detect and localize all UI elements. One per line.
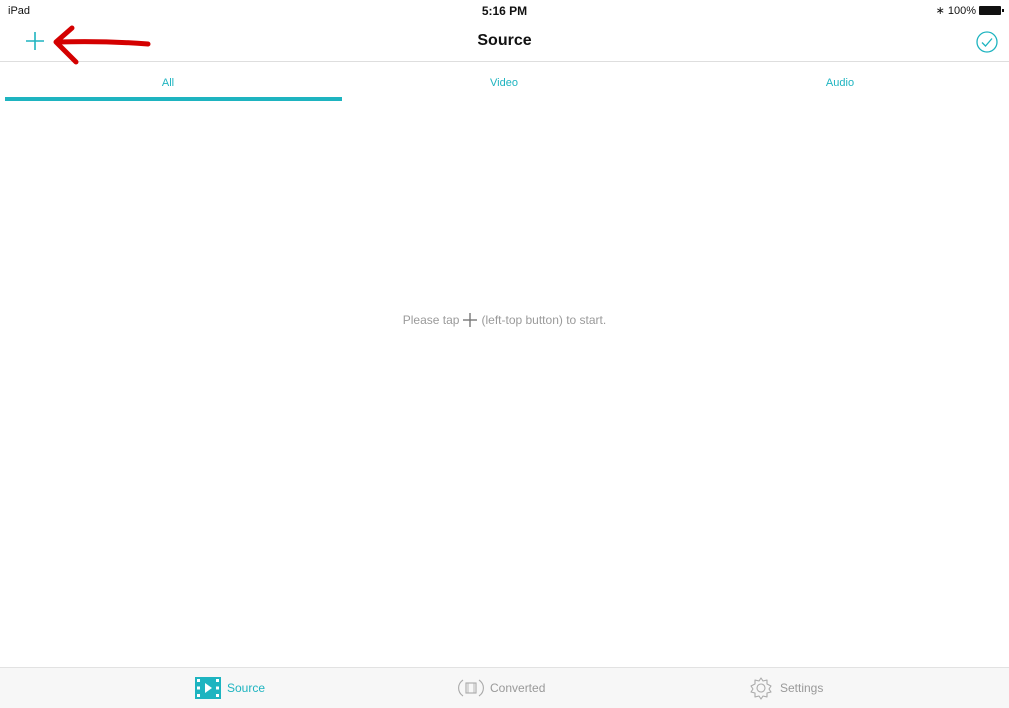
tab-video[interactable]: Video (336, 63, 672, 103)
tab-all[interactable]: All (0, 63, 342, 103)
done-button[interactable] (975, 30, 999, 54)
status-time: 5:16 PM (481, 4, 528, 18)
gear-icon (750, 677, 772, 700)
tab-audio[interactable]: Audio (672, 63, 1008, 103)
battery-icon (979, 6, 1004, 15)
empty-state-suffix: (left-top button) to start. (481, 313, 607, 327)
empty-state-prefix: Please tap (402, 313, 460, 327)
film-icon (195, 677, 221, 699)
checkmark-circle-icon (976, 31, 998, 53)
bottom-tab-bar: Source Converted Settings (0, 667, 1009, 708)
tab-bar-settings-label: Settings (780, 681, 824, 695)
tab-bar-converted-label: Converted (490, 681, 546, 695)
plus-icon (463, 313, 478, 327)
page-title: Source (477, 32, 532, 49)
converted-film-icon (458, 679, 484, 697)
tab-bar-settings[interactable]: Settings (748, 676, 823, 700)
media-filter-tabs: All Video Audio (0, 63, 1009, 103)
bluetooth-icon: ∗ (935, 5, 945, 17)
empty-state-message: Please tap (left-top button) to start. (0, 313, 1009, 327)
navigation-bar: Source (0, 22, 1009, 62)
status-bar: iPad 5:16 PM ∗ 100% (0, 0, 1009, 22)
tab-bar-source-label: Source (227, 681, 266, 695)
battery-percentage: 100% (947, 4, 976, 17)
tab-bar-source[interactable]: Source (195, 676, 265, 700)
status-right: ∗ 100% (935, 4, 1004, 17)
tab-bar-converted[interactable]: Converted (458, 676, 545, 700)
